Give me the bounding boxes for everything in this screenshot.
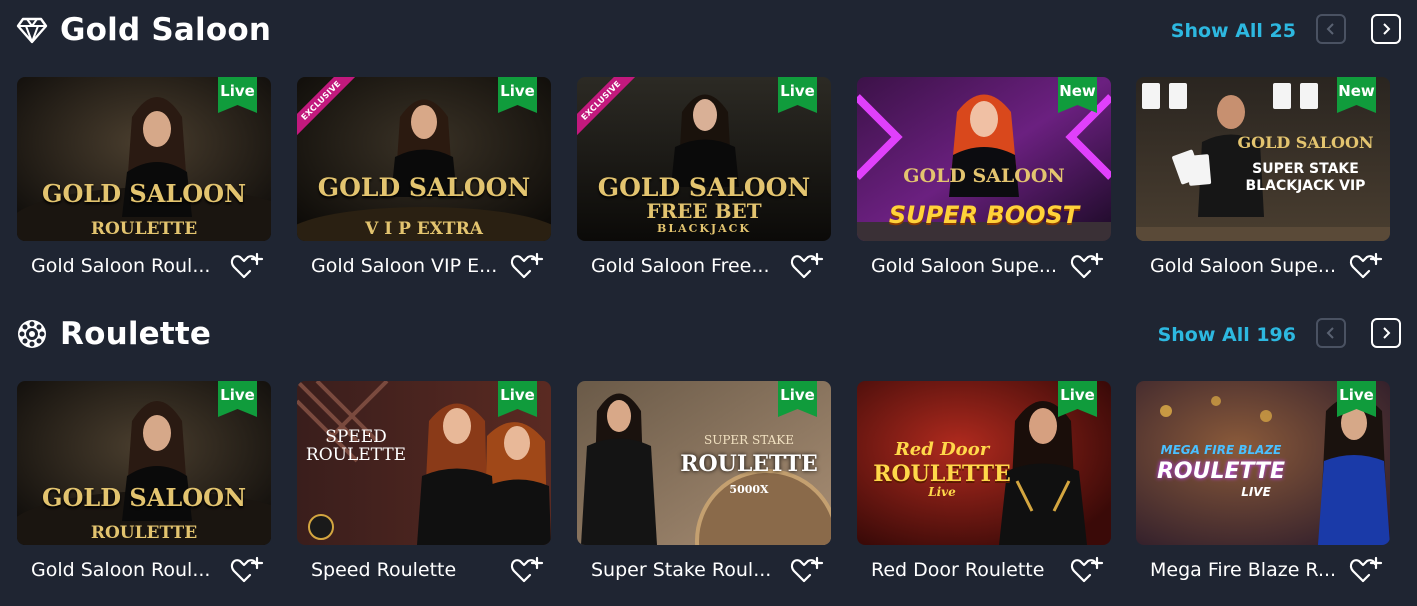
live-badge: Live	[498, 77, 537, 113]
add-favorite-heart-icon[interactable]	[790, 555, 824, 585]
add-favorite-heart-icon[interactable]	[1349, 555, 1383, 585]
live-badge: Live	[498, 381, 537, 417]
artwork-subtitle: SUPER STAKE	[1252, 161, 1359, 177]
artwork-title: Red Door	[894, 439, 990, 460]
carousel-prev-button[interactable]	[1316, 318, 1346, 348]
artwork-title: GOLD SALOON	[1237, 133, 1374, 152]
game-card[interactable]: GOLD SALOON SUPER STAKE BLACKJACK VIP Ne…	[1136, 77, 1390, 302]
artwork-title: GOLD SALOON	[903, 165, 1065, 187]
add-favorite-heart-icon[interactable]	[790, 251, 824, 281]
game-name[interactable]: Mega Fire Blaze R...	[1150, 557, 1336, 583]
artwork-caption: LIVE	[1241, 485, 1271, 499]
add-favorite-heart-icon[interactable]	[1070, 555, 1104, 585]
show-all-link[interactable]: Show All 25	[1171, 18, 1296, 44]
artwork-subtitle: ROULETTE	[305, 445, 407, 465]
artwork-subtitle: V I P EXTRA	[365, 219, 483, 239]
artwork-subtitle: SUPER BOOST	[888, 201, 1080, 229]
chevron-left-icon	[1326, 23, 1334, 35]
section-title: Gold Saloon	[60, 12, 272, 48]
artwork-subtitle: ROULETTE	[873, 461, 1011, 487]
carousel-next-button[interactable]	[1371, 14, 1401, 44]
game-thumbnail[interactable]: EXCLUSIVE GOLD SALOON FREE BET BLACKJACK…	[577, 77, 831, 241]
artwork-title: GOLD SALOON	[317, 173, 531, 202]
game-name[interactable]: Gold Saloon Supe...	[1150, 253, 1336, 279]
add-favorite-heart-icon[interactable]	[1070, 251, 1104, 281]
add-favorite-heart-icon[interactable]	[510, 555, 544, 585]
artwork-subtitle: ROULETTE	[680, 451, 818, 477]
game-name[interactable]: Super Stake Roul...	[591, 557, 771, 583]
live-badge: Live	[218, 77, 257, 113]
game-card[interactable]: EXCLUSIVE GOLD SALOON FREE BET BLACKJACK…	[577, 77, 831, 302]
new-badge: New	[1337, 77, 1376, 113]
game-card[interactable]: GOLD SALOON ROULETTE Live Gold Saloon Ro…	[17, 381, 271, 606]
game-card[interactable]: SPEED ROULETTE Live Speed Roulette	[297, 381, 551, 606]
game-name[interactable]: Gold Saloon VIP E...	[311, 253, 497, 279]
game-card[interactable]: Red Door ROULETTE Live Live Red Door Rou…	[857, 381, 1111, 606]
game-thumbnail[interactable]: EXCLUSIVE GOLD SALOON V I P EXTRA Live	[297, 77, 551, 241]
live-badge: Live	[218, 381, 257, 417]
artwork-title: GOLD SALOON	[597, 173, 811, 202]
game-name[interactable]: Red Door Roulette	[871, 557, 1044, 583]
chevron-right-icon	[1383, 23, 1391, 35]
game-thumbnail[interactable]: GOLD SALOON SUPER STAKE BLACKJACK VIP Ne…	[1136, 77, 1390, 241]
live-badge: Live	[1337, 381, 1376, 417]
live-badge: Live	[1058, 381, 1097, 417]
game-thumbnail[interactable]: MEGA FIRE BLAZE ROULETTE LIVE Live	[1136, 381, 1390, 545]
live-badge: Live	[778, 381, 817, 417]
game-card[interactable]: SUPER STAKE ROULETTE 5000X Live Super St…	[577, 381, 831, 606]
game-name[interactable]: Speed Roulette	[311, 557, 456, 583]
game-thumbnail[interactable]: SPEED ROULETTE Live	[297, 381, 551, 545]
game-card[interactable]: MEGA FIRE BLAZE ROULETTE LIVE Live Mega …	[1136, 381, 1390, 606]
artwork-title: SPEED	[325, 427, 387, 447]
show-all-link[interactable]: Show All 196	[1158, 322, 1296, 348]
artwork-caption: 5000X	[729, 483, 769, 496]
game-thumbnail[interactable]: GOLD SALOON SUPER BOOST New	[857, 77, 1111, 241]
artwork-title: SUPER STAKE	[704, 433, 794, 447]
artwork-subtitle: FREE BET	[646, 199, 762, 223]
artwork-title: GOLD SALOON	[41, 179, 247, 208]
add-favorite-heart-icon[interactable]	[230, 251, 264, 281]
carousel-next-button[interactable]	[1371, 318, 1401, 348]
game-name[interactable]: Gold Saloon Roul...	[31, 253, 210, 279]
game-thumbnail[interactable]: GOLD SALOON ROULETTE Live	[17, 77, 271, 241]
artwork-title: GOLD SALOON	[41, 483, 247, 512]
roulette-wheel-icon	[18, 320, 46, 348]
section-header: Gold Saloon Show All 25	[16, 0, 1401, 60]
game-thumbnail[interactable]: SUPER STAKE ROULETTE 5000X Live	[577, 381, 831, 545]
diamond-icon	[16, 17, 48, 44]
artwork-caption: BLACKJACK	[657, 222, 751, 235]
add-favorite-heart-icon[interactable]	[1349, 251, 1383, 281]
chevron-right-icon	[1383, 327, 1391, 339]
add-favorite-heart-icon[interactable]	[230, 555, 264, 585]
chevron-left-icon	[1326, 327, 1334, 339]
section-title: Roulette	[60, 316, 212, 352]
carousel-prev-button[interactable]	[1316, 14, 1346, 44]
game-card[interactable]: GOLD SALOON ROULETTE Live Gold Saloon Ro…	[17, 77, 271, 302]
artwork-subtitle: ROULETTE	[90, 219, 198, 239]
artwork-caption: Live	[928, 485, 956, 499]
add-favorite-heart-icon[interactable]	[510, 251, 544, 281]
game-name[interactable]: Gold Saloon Supe...	[871, 253, 1057, 279]
live-badge: Live	[778, 77, 817, 113]
game-card[interactable]: GOLD SALOON SUPER BOOST New Gold Saloon …	[857, 77, 1111, 302]
artwork-caption: BLACKJACK VIP	[1245, 178, 1366, 194]
game-card[interactable]: EXCLUSIVE GOLD SALOON V I P EXTRA Live G…	[297, 77, 551, 302]
game-name[interactable]: Gold Saloon Free...	[591, 253, 769, 279]
game-name[interactable]: Gold Saloon Roul...	[31, 557, 210, 583]
artwork-subtitle: ROULETTE	[1156, 459, 1286, 484]
game-thumbnail[interactable]: GOLD SALOON ROULETTE Live	[17, 381, 271, 545]
game-thumbnail[interactable]: Red Door ROULETTE Live Live	[857, 381, 1111, 545]
new-badge: New	[1058, 77, 1097, 113]
section-header: Roulette Show All 196	[16, 304, 1401, 364]
artwork-subtitle: ROULETTE	[90, 523, 198, 543]
artwork-title: MEGA FIRE BLAZE	[1160, 443, 1282, 457]
